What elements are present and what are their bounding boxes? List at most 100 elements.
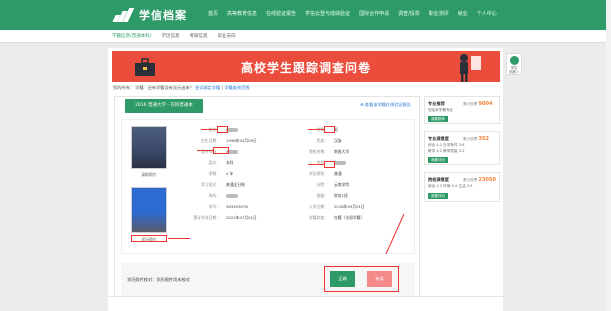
- correct-button[interactable]: 正确: [330, 271, 355, 287]
- annotation-box: [217, 126, 228, 133]
- annotation-arrow: [201, 129, 217, 130]
- field-row: 分院： 云南学院: [280, 181, 390, 188]
- major-rate-button[interactable]: 我要评价: [428, 157, 448, 163]
- major-satisfaction-panel: 专业满意度 累计投票 352 综合 4.2 办学条件 3.6 教学 4.2 教学…: [424, 131, 500, 165]
- bind-enrollment-link[interactable]: 尝试绑定学籍: [195, 85, 220, 90]
- logo[interactable]: 学信档案: [112, 7, 187, 23]
- field-value: [334, 159, 346, 166]
- annotation-box: [324, 126, 335, 133]
- field-row: 学号： 563403078: [172, 203, 282, 210]
- field-label: 学习形式：: [201, 182, 220, 187]
- logo-icon: [112, 8, 135, 22]
- field-label: 学籍状态：: [309, 215, 328, 220]
- field-value: 在籍（注册学籍）: [334, 215, 365, 220]
- redacted-value: [226, 194, 238, 198]
- admission-photo: [131, 126, 167, 169]
- field-row: 预计毕业日期： 2022年07月01日: [172, 214, 282, 221]
- field-label: 系所：: [208, 193, 220, 198]
- nav-survey[interactable]: 调查/投票: [398, 10, 420, 17]
- field-value: 南昌大学: [334, 149, 350, 154]
- annotation-arrow-diagonal: [385, 213, 405, 255]
- subnav-exam[interactable]: 考研信息: [190, 33, 208, 39]
- nav-user[interactable]: 个人中心: [477, 10, 497, 17]
- major-recommend-panel: 专业推荐 累计投票 9004 您给本学籍专业 我要推荐: [424, 96, 500, 124]
- field-label: 层次：: [208, 160, 220, 165]
- robot-widget[interactable]: 学信 机器人: [506, 53, 522, 75]
- top-bar: 学信档案 首页 高等教育信息 在线验证报告 学信云登与成绩验证 国际合作申请 调…: [0, 0, 611, 30]
- nav-verify[interactable]: 学信云登与成绩验证: [305, 10, 350, 17]
- nav-education[interactable]: 高等教育信息: [227, 10, 257, 17]
- nav-international[interactable]: 国际合作申请: [359, 10, 389, 17]
- nav-job[interactable]: 就业: [458, 10, 468, 17]
- field-label: 出生日期：: [201, 138, 220, 143]
- field-value: 2018年09月01日: [334, 204, 365, 209]
- annotation-arrow: [168, 238, 190, 239]
- school-rate-button[interactable]: 我要评价: [428, 193, 448, 199]
- field-label: 学历类别：: [309, 171, 328, 176]
- photo-verify-label: 学历照片校对：学历照片尚未校对: [127, 277, 190, 282]
- field-row: 学籍状态： 在籍（注册学籍）: [280, 214, 390, 221]
- field-row: 系所：: [172, 192, 282, 199]
- robot-icon: [510, 56, 519, 65]
- annotation-arrow: [308, 164, 324, 165]
- school-satisfaction-panel: 院校满意度 累计投票 23050 综合 4.3 环境 4.4 生活 3.9 我要…: [424, 172, 500, 202]
- field-value: 普通全日制: [226, 182, 245, 187]
- field-label: 院校名称：: [309, 149, 328, 154]
- admission-photo-caption: 录取照片: [141, 172, 157, 177]
- sub-nav: 学籍信息(普通本科) 学历信息 考研信息 毕业去向: [0, 30, 611, 43]
- subnav-career[interactable]: 毕业去向: [218, 33, 236, 39]
- field-value: 1998年04月09日: [226, 138, 257, 143]
- annotation-arrow: [308, 129, 324, 130]
- field-value: 本科: [226, 160, 234, 165]
- enrollment-card: 2016 普通大学 - 在校普通本 ⊕ 查看该学籍在线验证报告 录取照片 学历照…: [114, 96, 420, 306]
- breadcrumb: 您的所有： 学籍 还有学籍没有显示出来？ 尝试绑定学籍 | 学籍查询范围: [113, 85, 250, 90]
- field-row: 入学日期： 2018年09月01日: [280, 203, 390, 210]
- field-label: 预计毕业日期：: [193, 215, 220, 220]
- annotation-box: [131, 235, 167, 242]
- field-row: 学历类别： 普通: [280, 170, 390, 177]
- app-name: 学信档案: [139, 9, 187, 22]
- field-label: 分院：: [316, 182, 328, 187]
- degree-photo: [131, 187, 167, 233]
- nav-home[interactable]: 首页: [208, 10, 218, 17]
- lower-section: [108, 296, 503, 311]
- field-value: 云南学院: [334, 182, 350, 187]
- main-content: 高校学生跟踪调查问卷 您的所有： 学籍 还有学籍没有显示出来？ 尝试绑定学籍 |…: [108, 48, 503, 311]
- scrollbar[interactable]: [606, 0, 611, 311]
- student-info-panel: 录取照片 学历照片 姓名：出生日期：1998年04月09日证件号码：层次：本科学…: [121, 119, 415, 255]
- field-value: 4 年: [226, 171, 234, 176]
- field-row: 班级： 财务1班: [280, 192, 390, 199]
- enrollment-scope-link[interactable]: 学籍查询范围: [224, 85, 249, 90]
- field-label: 民族：: [316, 138, 328, 143]
- field-value: 财务1班: [334, 193, 348, 198]
- annotation-box: [213, 147, 229, 154]
- nav-test[interactable]: 职业测评: [429, 10, 449, 17]
- field-value: 汉族: [334, 138, 342, 143]
- banner-title: 高校学生跟踪调查问卷: [240, 61, 371, 75]
- redacted-value: [334, 161, 346, 165]
- field-value: 普通: [334, 171, 342, 176]
- field-row: 性别：男: [280, 126, 390, 133]
- survey-banner[interactable]: 高校学生跟踪调查问卷: [112, 51, 500, 82]
- annotation-box: [324, 161, 335, 168]
- field-row: 出生日期： 1998年04月09日: [172, 137, 282, 144]
- field-row: 学习形式： 普通全日制: [172, 181, 282, 188]
- field-row: 学制： 4 年: [172, 170, 282, 177]
- field-value: 2022年07月01日: [226, 215, 257, 220]
- field-value: 563403078: [226, 204, 248, 209]
- verify-report-link[interactable]: ⊕ 查看该学籍在线验证报告: [360, 102, 411, 108]
- enrollment-tag[interactable]: 2016 普通大学 - 在校普通本: [125, 99, 203, 113]
- field-row: 民族： 汉族: [280, 137, 390, 144]
- subnav-enrollment[interactable]: 学籍信息(普通本科): [112, 33, 152, 39]
- field-value: [226, 192, 238, 199]
- field-label: 入学日期：: [309, 204, 328, 209]
- nav-report[interactable]: 在线验证报告: [266, 10, 296, 17]
- field-label: 班级：: [316, 193, 328, 198]
- main-nav: 首页 高等教育信息 在线验证报告 学信云登与成绩验证 国际合作申请 调查/投票 …: [208, 10, 497, 17]
- subnav-degree[interactable]: 学历信息: [162, 33, 180, 39]
- recommend-button[interactable]: 我要推荐: [428, 116, 448, 122]
- field-label: 学制：: [208, 171, 220, 176]
- annotation-arrow: [197, 150, 213, 151]
- wrong-button[interactable]: 有误: [367, 271, 392, 287]
- person-illustration-icon: [460, 54, 481, 82]
